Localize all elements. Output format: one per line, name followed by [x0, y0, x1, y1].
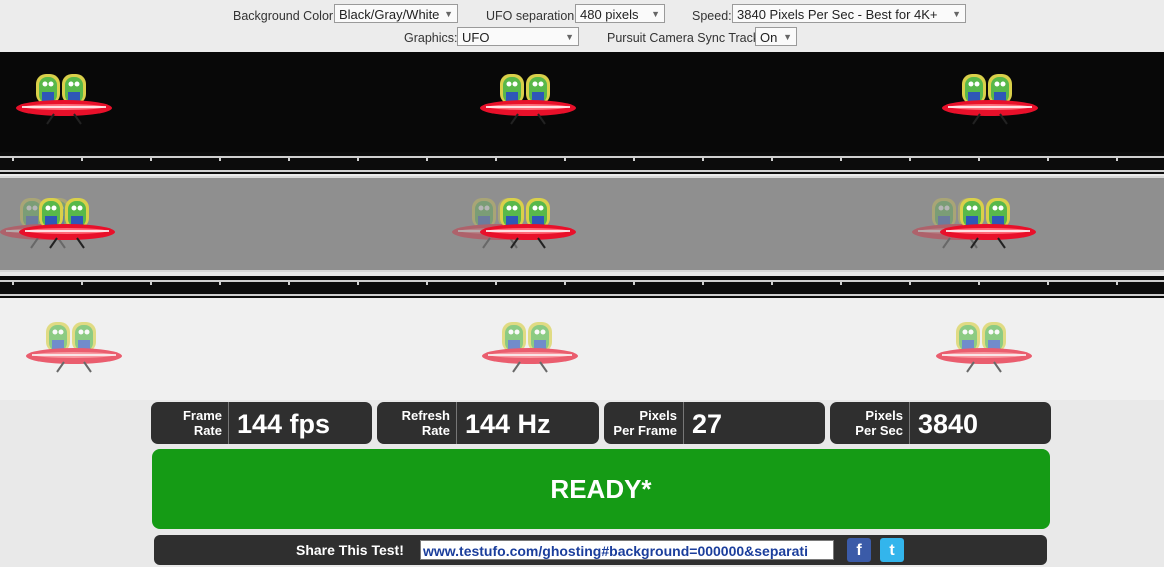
gray-background-lane — [0, 176, 1164, 272]
facebook-icon[interactable]: f — [847, 538, 871, 562]
frame-rate-label-line: Frame — [182, 408, 222, 423]
chevron-down-icon: ▼ — [565, 32, 574, 42]
ufo-icon — [25, 321, 123, 373]
share-bar: Share This Test! www.testufo.com/ghostin… — [154, 535, 1047, 565]
pursuit-sync-track — [0, 152, 1164, 174]
graphics-label: Graphics: — [404, 31, 458, 45]
sync-track-tick — [426, 282, 428, 285]
refresh-rate-label-line: Rate — [421, 423, 450, 438]
sync-track-tick — [150, 282, 152, 285]
speed-value: 3840 Pixels Per Sec - Best for 4K+ — [737, 7, 938, 22]
chevron-down-icon: ▼ — [952, 9, 961, 19]
frame-rate-label-line: Rate — [193, 423, 222, 438]
ufo-icon — [15, 73, 113, 125]
ufo-icon — [479, 197, 577, 249]
ufo-separation-label: UFO separation: — [486, 9, 578, 23]
ufo-icon — [941, 73, 1039, 125]
ufo-separation-select[interactable]: 480 pixels ▼ — [575, 4, 665, 23]
sync-track-tick — [978, 282, 980, 285]
sync-track-tick — [633, 282, 635, 285]
ufo-icon — [935, 321, 1033, 373]
speed-select[interactable]: 3840 Pixels Per Sec - Best for 4K+ ▼ — [732, 4, 966, 23]
sync-track-tick — [1047, 282, 1049, 285]
sync-track-tick — [81, 158, 83, 161]
sync-track-tick — [564, 158, 566, 161]
sync-track-tick — [1047, 158, 1049, 161]
sync-track-tick — [495, 158, 497, 161]
test-controls: Background Color: Black/Gray/White ▼ UFO… — [0, 0, 1164, 52]
sync-track-tick — [288, 282, 290, 285]
pixels-per-sec-label-line: Per Sec — [855, 423, 903, 438]
sync-track-tick — [1116, 282, 1118, 285]
frame-rate-value: 144 fps — [237, 409, 331, 439]
sync-track-tick — [12, 158, 14, 161]
sync-track-tick — [219, 158, 221, 161]
background-color-label: Background Color: — [233, 9, 337, 23]
sync-track-rail — [0, 280, 1164, 282]
refresh-rate-label-line: Refresh — [401, 408, 450, 423]
black-background-lane — [0, 52, 1164, 152]
sync-track-tick — [771, 282, 773, 285]
sync-track-rail — [0, 170, 1164, 172]
chevron-down-icon: ▼ — [444, 9, 453, 19]
sync-track-tick — [633, 158, 635, 161]
refresh-rate-panel: Refresh Rate 144 Hz — [377, 402, 599, 444]
sync-track-tick — [288, 158, 290, 161]
pixels-per-frame-label: Pixels Per Frame — [604, 402, 684, 444]
sync-track-tick — [81, 282, 83, 285]
graphics-select[interactable]: UFO ▼ — [457, 27, 579, 46]
twitter-icon[interactable]: t — [880, 538, 904, 562]
ufo-icon — [479, 73, 577, 125]
sync-track-tick — [150, 158, 152, 161]
sync-track-tick — [357, 158, 359, 161]
ufo-icon — [939, 197, 1037, 249]
pixels-per-sec-panel: Pixels Per Sec 3840 — [830, 402, 1051, 444]
pixels-per-frame-label-line: Per Frame — [613, 423, 677, 438]
sync-track-tick — [1116, 158, 1118, 161]
sync-track-tick — [219, 282, 221, 285]
pixels-per-sec-label-line: Pixels — [865, 408, 903, 423]
sync-track-tick — [12, 282, 14, 285]
sync-track-tick — [426, 158, 428, 161]
ufo-icon — [18, 197, 116, 249]
sync-track-rail — [0, 156, 1164, 158]
pixels-per-sec-value: 3840 — [918, 409, 979, 439]
share-label: Share This Test! — [296, 542, 404, 558]
pursuit-sync-track — [0, 276, 1164, 298]
sync-track-tick — [495, 282, 497, 285]
speed-label: Speed: — [692, 9, 732, 23]
graphics-value: UFO — [462, 30, 490, 45]
refresh-rate-value: 144 Hz — [465, 409, 551, 439]
background-color-select[interactable]: Black/Gray/White ▼ — [334, 4, 458, 23]
sync-track-tick — [978, 158, 980, 161]
sync-track-value: On — [760, 30, 778, 45]
sync-track-rail — [0, 294, 1164, 296]
pixels-per-frame-value: 27 — [692, 409, 723, 439]
pixels-per-frame-label-line: Pixels — [639, 408, 677, 423]
pixels-per-frame-panel: Pixels Per Frame 27 — [604, 402, 825, 444]
ready-status-banner: READY* — [152, 449, 1050, 529]
chevron-down-icon: ▼ — [783, 32, 792, 42]
frame-rate-label: Frame Rate — [151, 402, 229, 444]
ufo-icon — [481, 321, 579, 373]
sync-track-tick — [840, 158, 842, 161]
sync-track-tick — [702, 282, 704, 285]
sync-track-tick — [702, 158, 704, 161]
sync-track-select[interactable]: On ▼ — [755, 27, 797, 46]
sync-track-tick — [840, 282, 842, 285]
sync-track-tick — [909, 158, 911, 161]
frame-rate-panel: Frame Rate 144 fps — [151, 402, 372, 444]
refresh-rate-label: Refresh Rate — [377, 402, 457, 444]
sync-track-tick — [909, 282, 911, 285]
chevron-down-icon: ▼ — [651, 9, 660, 19]
share-url-field[interactable]: www.testufo.com/ghosting#background=0000… — [420, 540, 834, 560]
pixels-per-sec-label: Pixels Per Sec — [830, 402, 910, 444]
background-color-value: Black/Gray/White — [339, 7, 440, 22]
white-background-lane — [0, 298, 1164, 400]
sync-track-label: Pursuit Camera Sync Track: — [607, 31, 763, 45]
ufo-separation-value: 480 pixels — [580, 7, 639, 22]
sync-track-tick — [357, 282, 359, 285]
sync-track-tick — [771, 158, 773, 161]
sync-track-tick — [564, 282, 566, 285]
